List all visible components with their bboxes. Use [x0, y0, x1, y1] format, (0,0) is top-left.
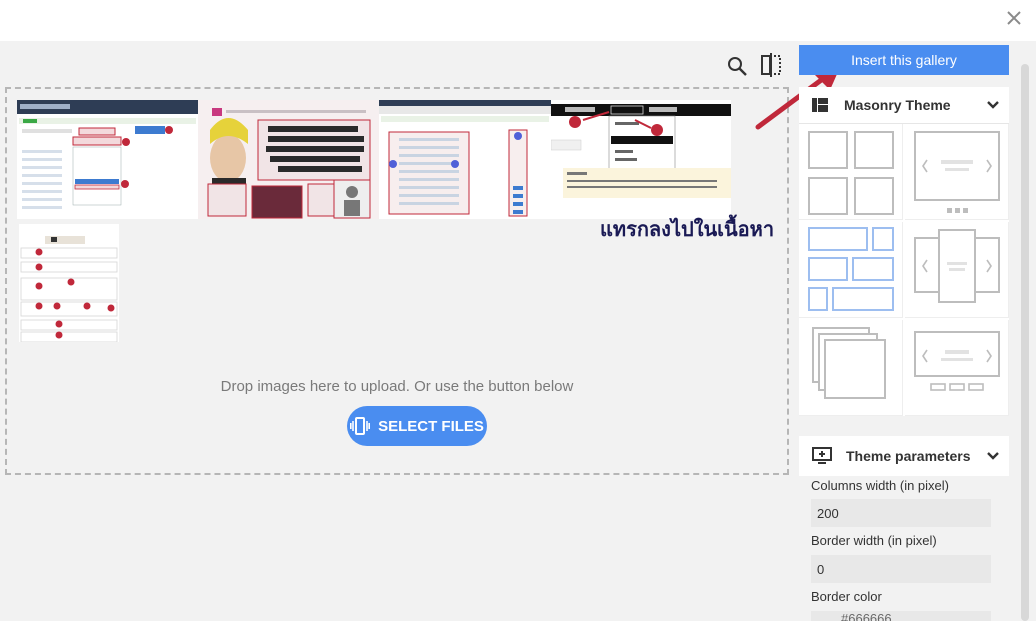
theme-panel: Masonry Theme [799, 87, 1009, 416]
annotation-text: แทรกลงไปในเนื้อหา [600, 217, 775, 241]
params-body: Columns width (in pixel) 200 Border widt… [799, 476, 1009, 621]
params-panel-title: Theme parameters [846, 448, 971, 464]
close-icon[interactable] [1006, 10, 1022, 26]
theme-option-bricks[interactable] [799, 222, 903, 318]
gallery-thumbnail[interactable] [198, 100, 379, 219]
scrollbar-thumb[interactable] [1021, 64, 1029, 621]
theme-panel-title: Masonry Theme [844, 97, 951, 113]
gallery-thumbnail[interactable] [19, 224, 119, 342]
add-to-queue-icon [812, 447, 832, 464]
theme-option-carousel-thumbs[interactable] [905, 320, 1009, 416]
masonry-icon [812, 98, 828, 112]
dialog-header [0, 0, 1036, 41]
gallery-thumbnail[interactable] [17, 100, 198, 219]
select-files-label: SELECT FILES [378, 417, 484, 435]
select-files-button[interactable]: SELECT FILES [347, 406, 487, 446]
chevron-down-icon [987, 452, 999, 460]
drop-instructions: Drop images here to upload. Or use the b… [220, 378, 574, 395]
theme-option-carousel-dots[interactable] [905, 124, 1009, 220]
columns-width-label: Columns width (in pixel) [811, 478, 949, 493]
search-icon[interactable] [726, 55, 748, 77]
vibration-icon [350, 417, 371, 435]
gallery-thumbnail[interactable] [551, 100, 731, 219]
params-panel: Theme parameters [799, 436, 1009, 476]
chevron-down-icon [987, 101, 999, 109]
border-color-label: Border color [811, 589, 882, 604]
columns-width-input[interactable]: 200 [811, 499, 991, 527]
border-width-input[interactable]: 0 [811, 555, 991, 583]
theme-panel-header[interactable]: Masonry Theme [799, 87, 1009, 124]
theme-option-carousel-stack[interactable] [905, 222, 1009, 318]
theme-option-masonry[interactable] [799, 124, 903, 220]
theme-grid [799, 124, 1009, 416]
border-width-label: Border width (in pixel) [811, 533, 937, 548]
params-panel-header[interactable]: Theme parameters [799, 436, 1009, 476]
insert-gallery-button[interactable]: Insert this gallery [799, 45, 1009, 75]
border-color-input[interactable]: #666666 [811, 611, 991, 621]
theme-option-stack[interactable] [799, 320, 903, 416]
gallery-thumbnail[interactable] [379, 100, 551, 219]
